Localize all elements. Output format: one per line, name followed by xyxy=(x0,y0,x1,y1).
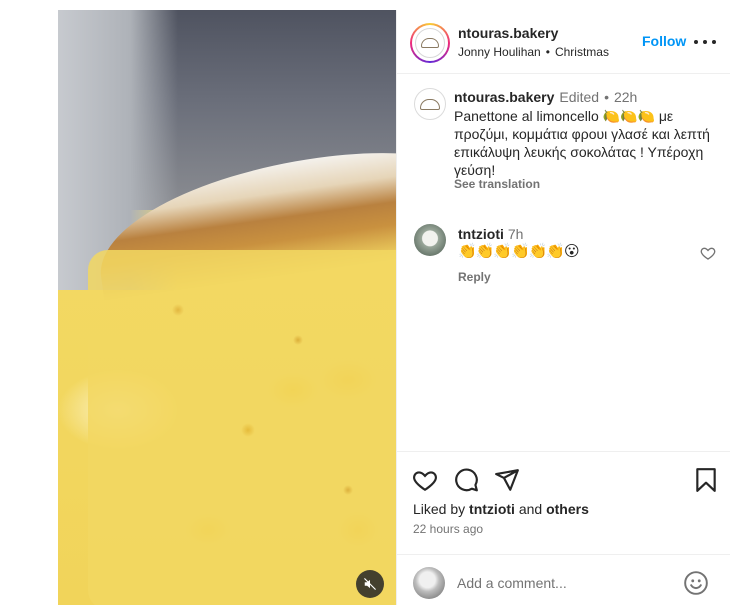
bookmark-icon[interactable] xyxy=(693,467,719,493)
current-user-avatar xyxy=(413,567,445,599)
panettone-crumb xyxy=(88,250,396,605)
comment-bubble-icon[interactable] xyxy=(453,467,479,493)
likes-summary: Liked by tntzioti and others xyxy=(413,501,589,517)
bakery-logo-icon xyxy=(415,28,445,58)
actions-bar: Liked by tntzioti and others 22 hours ag… xyxy=(397,451,730,605)
comment-text: 👏👏👏👏👏👏😮 xyxy=(458,243,580,260)
caption-meta: ntouras.bakery Edited • 22h xyxy=(454,89,637,105)
reply-button[interactable]: Reply xyxy=(458,270,491,284)
likes-conj: and xyxy=(518,501,543,517)
comment-meta: tntzioti 7h xyxy=(458,226,523,242)
paper-plane-icon[interactable] xyxy=(494,467,520,493)
post-side-panel: ntouras.bakery Jonny Houlihan • Christmas … xyxy=(396,10,730,605)
post-media-video[interactable] xyxy=(58,10,396,605)
post-timestamp[interactable]: 22 hours ago xyxy=(413,522,483,536)
author-username[interactable]: ntouras.bakery xyxy=(458,25,558,41)
smiley-icon[interactable] xyxy=(683,570,709,596)
caption-age: 22h xyxy=(613,89,638,105)
bakery-logo-icon xyxy=(420,98,440,110)
comment-input[interactable] xyxy=(457,571,667,595)
subline-separator: • xyxy=(545,45,550,59)
tagged-user[interactable]: Jonny Houlihan xyxy=(458,45,541,59)
speaker-muted-icon xyxy=(364,578,376,590)
audio-tag[interactable]: Christmas xyxy=(555,45,609,59)
caption-separator: • xyxy=(604,89,609,105)
caption-username[interactable]: ntouras.bakery xyxy=(454,89,554,105)
caption-avatar[interactable] xyxy=(414,88,446,120)
heart-icon[interactable] xyxy=(412,467,438,493)
add-comment-bar xyxy=(397,554,730,605)
liker-username[interactable]: tntzioti xyxy=(469,501,515,517)
likes-others-link[interactable]: others xyxy=(546,501,589,517)
comment-heart-icon[interactable] xyxy=(700,245,716,261)
see-translation-link[interactable]: See translation xyxy=(454,177,540,191)
comment-age: 7h xyxy=(507,226,524,242)
mute-button[interactable] xyxy=(356,570,384,598)
post-subline: Jonny Houlihan • Christmas xyxy=(458,45,609,59)
likes-prefix: Liked by xyxy=(413,501,466,517)
edited-label: Edited xyxy=(559,89,600,105)
caption-text: Panettone al limoncello 🍋🍋🍋 με προζύμι, … xyxy=(454,108,710,178)
more-options-icon[interactable] xyxy=(694,32,716,52)
commenter-avatar[interactable] xyxy=(414,224,446,256)
post-header: ntouras.bakery Jonny Houlihan • Christmas … xyxy=(397,10,730,74)
follow-button[interactable]: Follow xyxy=(642,33,686,49)
author-avatar[interactable] xyxy=(410,23,450,63)
comment-username[interactable]: tntzioti xyxy=(458,226,504,242)
